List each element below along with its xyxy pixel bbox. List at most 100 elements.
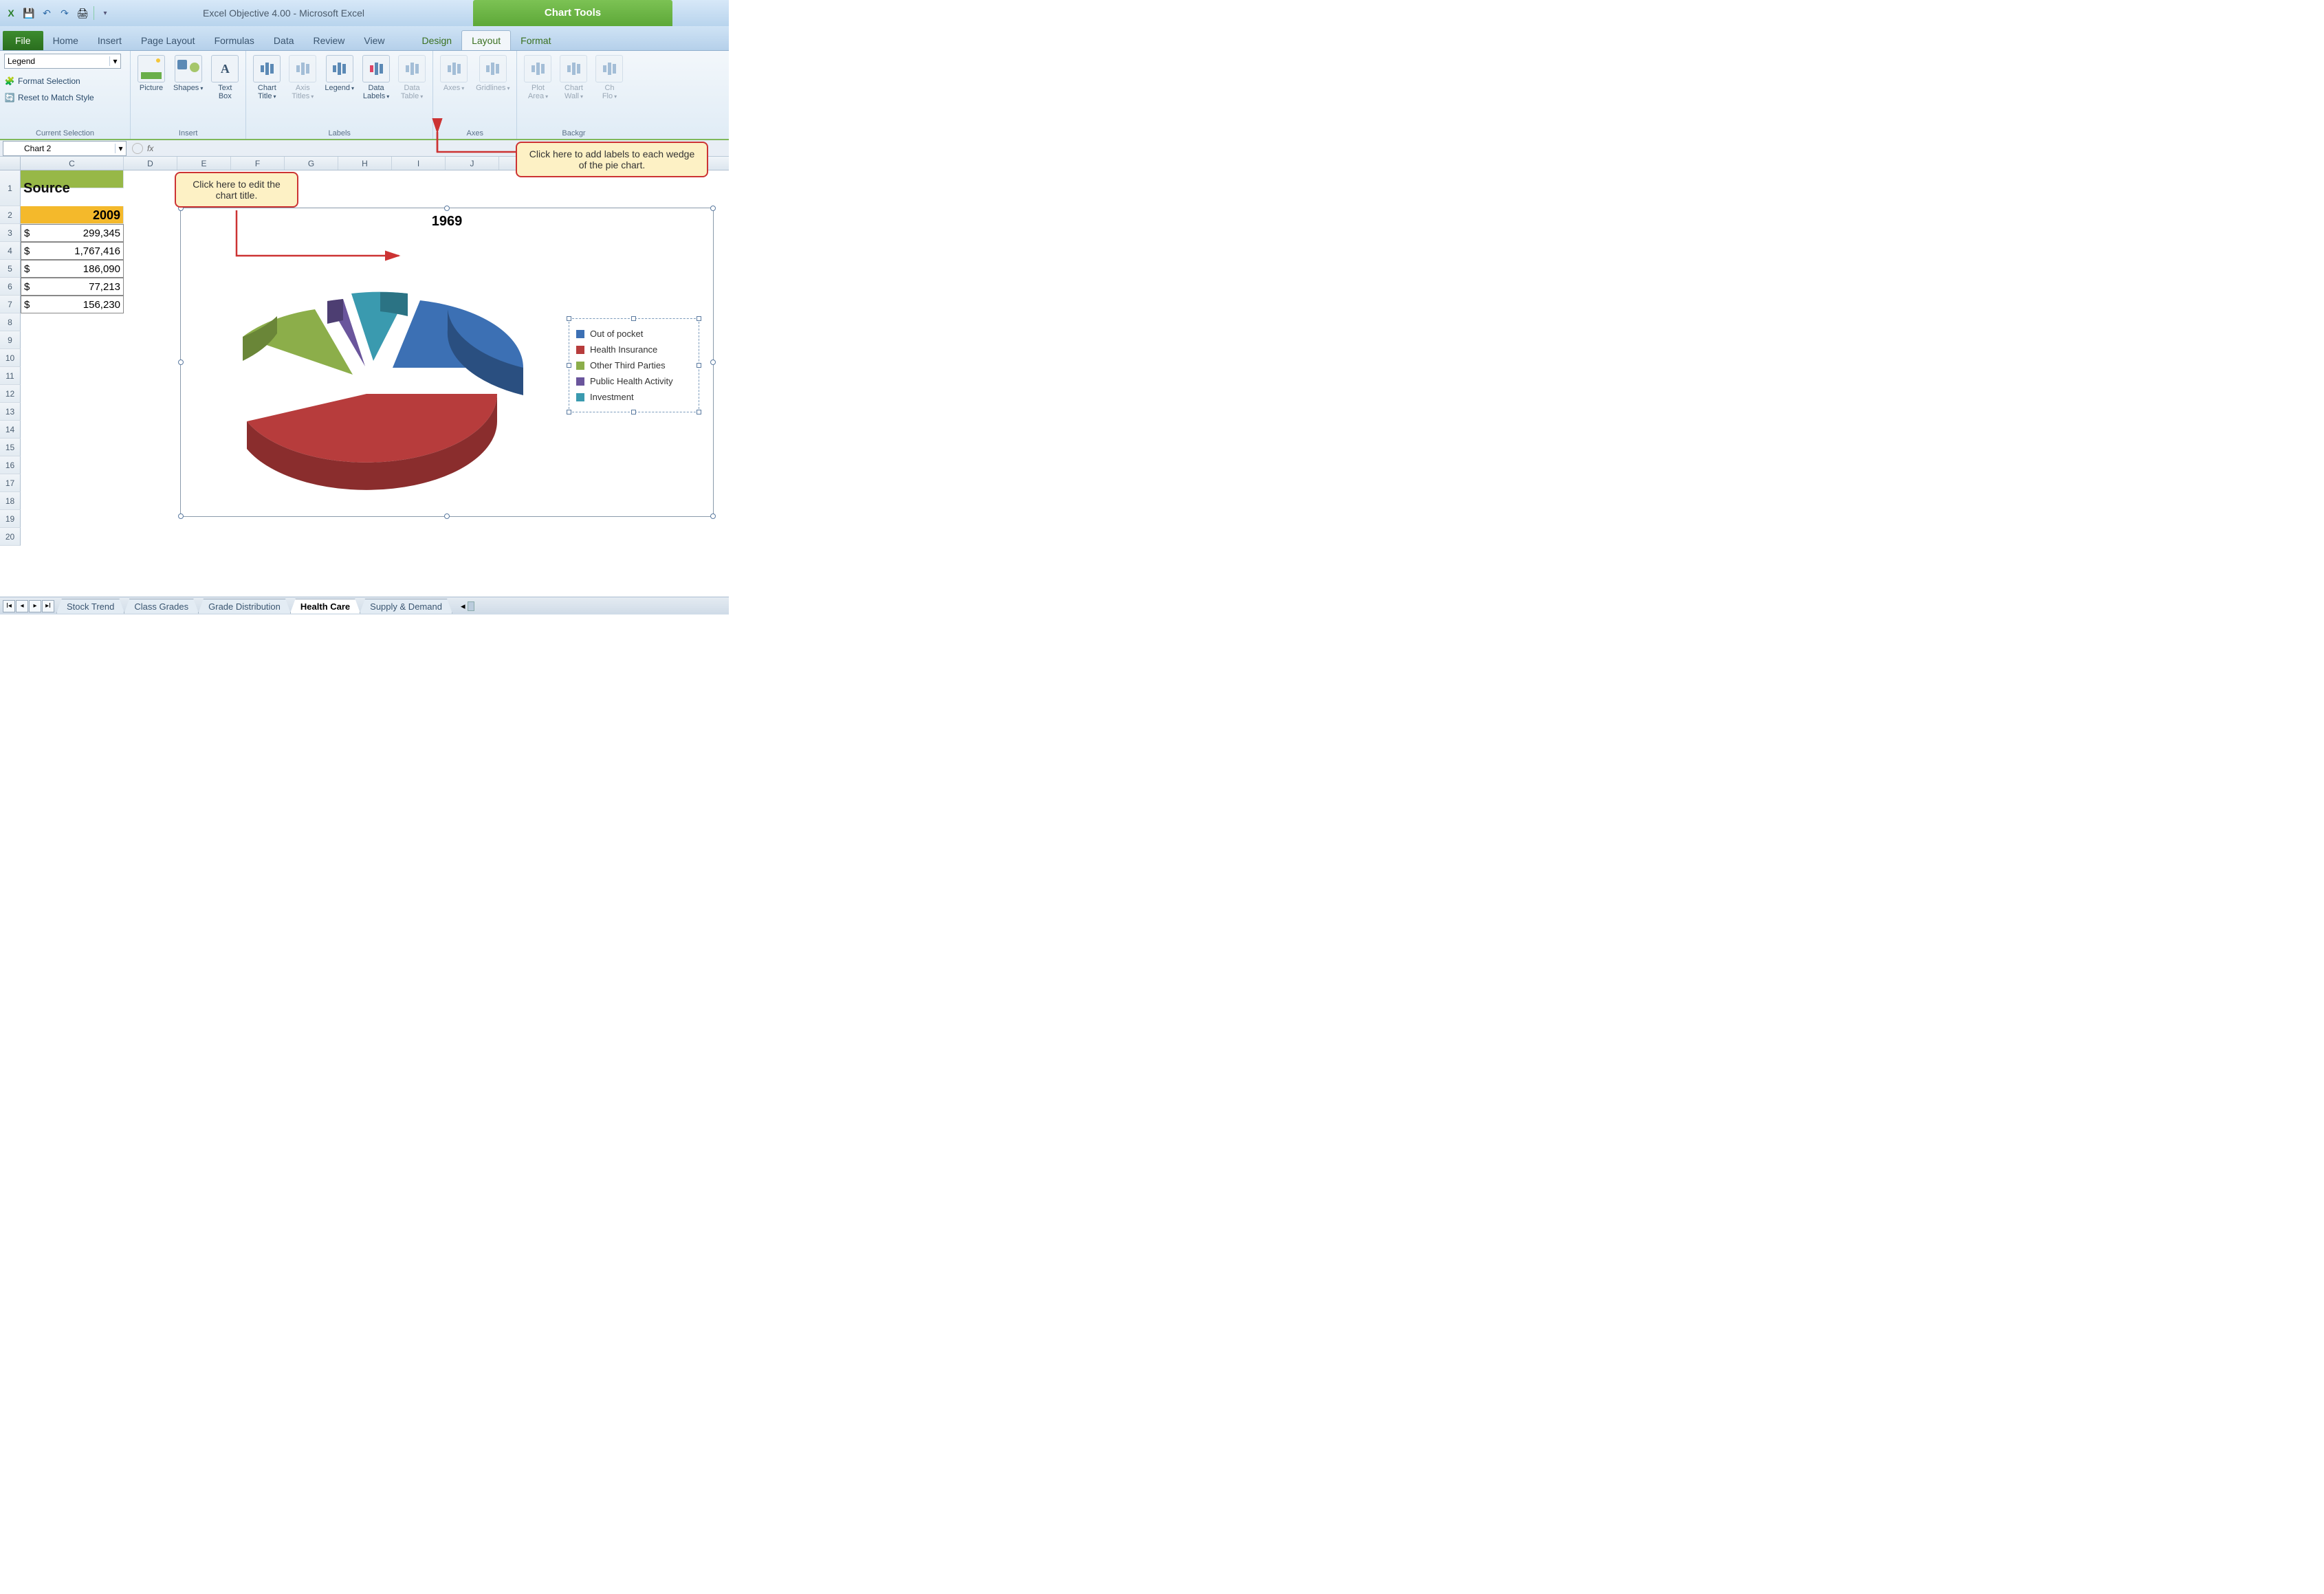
row-header[interactable]: 13 [0,403,21,421]
chart-element-selector[interactable]: Legend ▾ [4,54,121,69]
resize-handle[interactable] [567,316,571,321]
row-header[interactable]: 11 [0,367,21,385]
picture-button[interactable]: Picture [135,54,168,93]
row-header[interactable]: 1 [0,170,21,206]
tab-view[interactable]: View [354,31,394,50]
reset-style-button[interactable]: 🔄 Reset to Match Style [4,91,94,104]
resize-handle[interactable] [697,363,701,368]
col-header-I[interactable]: I [392,157,446,170]
row-header[interactable]: 16 [0,456,21,474]
row-header[interactable]: 15 [0,439,21,456]
tab-insert[interactable]: Insert [88,31,131,50]
row-header[interactable]: 9 [0,331,21,349]
embedded-chart[interactable]: 1969 [180,208,714,517]
row-header[interactable]: 7 [0,296,21,313]
row-header[interactable]: 6 [0,278,21,296]
tab-home[interactable]: Home [43,31,88,50]
resize-handle[interactable] [631,316,636,321]
sheet-tab[interactable]: Supply & Demand [360,599,452,614]
resize-handle[interactable] [697,316,701,321]
format-selection-button[interactable]: 🧩 Format Selection [4,74,80,88]
col-header-H[interactable]: H [338,157,392,170]
sheet-nav-first[interactable]: I◂ [3,600,15,612]
shapes-button[interactable]: Shapes [171,54,206,93]
resize-handle[interactable] [444,513,450,519]
qat-customize-icon[interactable]: ▾ [97,5,113,21]
tab-format[interactable]: Format [511,31,560,50]
resize-handle[interactable] [567,363,571,368]
sheet-nav-last[interactable]: ▸I [42,600,54,612]
col-header-E[interactable]: E [177,157,231,170]
resize-handle[interactable] [444,206,450,211]
row-header[interactable]: 5 [0,260,21,278]
resize-handle[interactable] [178,359,184,365]
chart-title-button[interactable]: Chart Title [250,54,283,102]
legend-item[interactable]: Other Third Parties [575,357,693,373]
col-header-J[interactable]: J [446,157,499,170]
sheet-tab[interactable]: Class Grades [124,599,199,614]
col-header-C[interactable]: C [21,157,124,170]
chart-legend[interactable]: Out of pocket Health Insurance Other Thi… [569,318,699,412]
tab-file[interactable]: File [3,31,43,50]
cancel-icon[interactable] [132,143,143,154]
cell-C3[interactable]: $299,345 [21,224,124,242]
row-header[interactable]: 10 [0,349,21,367]
cell-C7[interactable]: $156,230 [21,296,124,313]
legend-item[interactable]: Health Insurance [575,342,693,357]
quickprint-button[interactable]: 🖨 [74,5,91,21]
legend-item[interactable]: Out of pocket [575,326,693,342]
col-header-F[interactable]: F [231,157,285,170]
sheet-nav-prev[interactable]: ◂ [16,600,28,612]
row-header[interactable]: 2 [0,206,21,224]
row-header[interactable]: 19 [0,510,21,528]
tab-page-layout[interactable]: Page Layout [131,31,205,50]
col-header-D[interactable]: D [124,157,177,170]
legend-button[interactable]: Legend [322,54,357,93]
row-header[interactable]: 20 [0,528,21,546]
sheet-tab[interactable]: Grade Distribution [198,599,291,614]
undo-button[interactable]: ↶ [39,5,55,21]
resize-handle[interactable] [697,410,701,414]
fx-icon[interactable]: fx [147,144,153,153]
tab-review[interactable]: Review [304,31,355,50]
horizontal-scrollbar[interactable]: ◂ [458,601,729,612]
cell-C1[interactable]: Source [21,170,124,188]
tab-data[interactable]: Data [264,31,304,50]
sheet-tab-active[interactable]: Health Care [290,599,360,614]
row-header[interactable]: 14 [0,421,21,439]
resize-handle[interactable] [710,206,716,211]
pie-chart-3d[interactable] [201,256,545,490]
resize-handle[interactable] [710,359,716,365]
cell-C6[interactable]: $77,213 [21,278,124,296]
resize-handle[interactable] [631,410,636,414]
redo-button[interactable]: ↷ [56,5,73,21]
cell-C2[interactable]: 2009 [21,206,124,224]
name-box[interactable]: Chart 2 ▾ [3,141,127,156]
cells-area[interactable]: Source 2009 $299,345 $1,767,416 $186,090… [21,170,729,546]
sheet-tab[interactable]: Stock Trend [56,599,124,614]
row-header[interactable]: 3 [0,224,21,242]
save-button[interactable]: 💾 [21,5,37,21]
cell-C4[interactable]: $1,767,416 [21,242,124,260]
textbox-button[interactable]: AText Box [208,54,241,102]
data-labels-button[interactable]: Data Labels [360,54,393,102]
select-all-corner[interactable] [0,157,21,170]
chevron-down-icon[interactable]: ▾ [115,144,126,153]
row-header[interactable]: 12 [0,385,21,403]
sheet-nav-next[interactable]: ▸ [29,600,41,612]
resize-handle[interactable] [710,513,716,519]
row-header[interactable]: 4 [0,242,21,260]
resize-handle[interactable] [178,513,184,519]
chevron-down-icon[interactable]: ▾ [109,56,120,66]
worksheet-grid[interactable]: C D E F G H I J K L M 1 2 3 4 5 6 7 8 9 … [0,157,729,597]
legend-item[interactable]: Public Health Activity [575,373,693,389]
row-header[interactable]: 17 [0,474,21,492]
col-header-G[interactable]: G [285,157,338,170]
tab-formulas[interactable]: Formulas [205,31,264,50]
row-header[interactable]: 8 [0,313,21,331]
tab-design[interactable]: Design [413,31,462,50]
chart-title[interactable]: 1969 [181,208,713,230]
resize-handle[interactable] [567,410,571,414]
legend-item[interactable]: Investment [575,389,693,405]
cell-C5[interactable]: $186,090 [21,260,124,278]
